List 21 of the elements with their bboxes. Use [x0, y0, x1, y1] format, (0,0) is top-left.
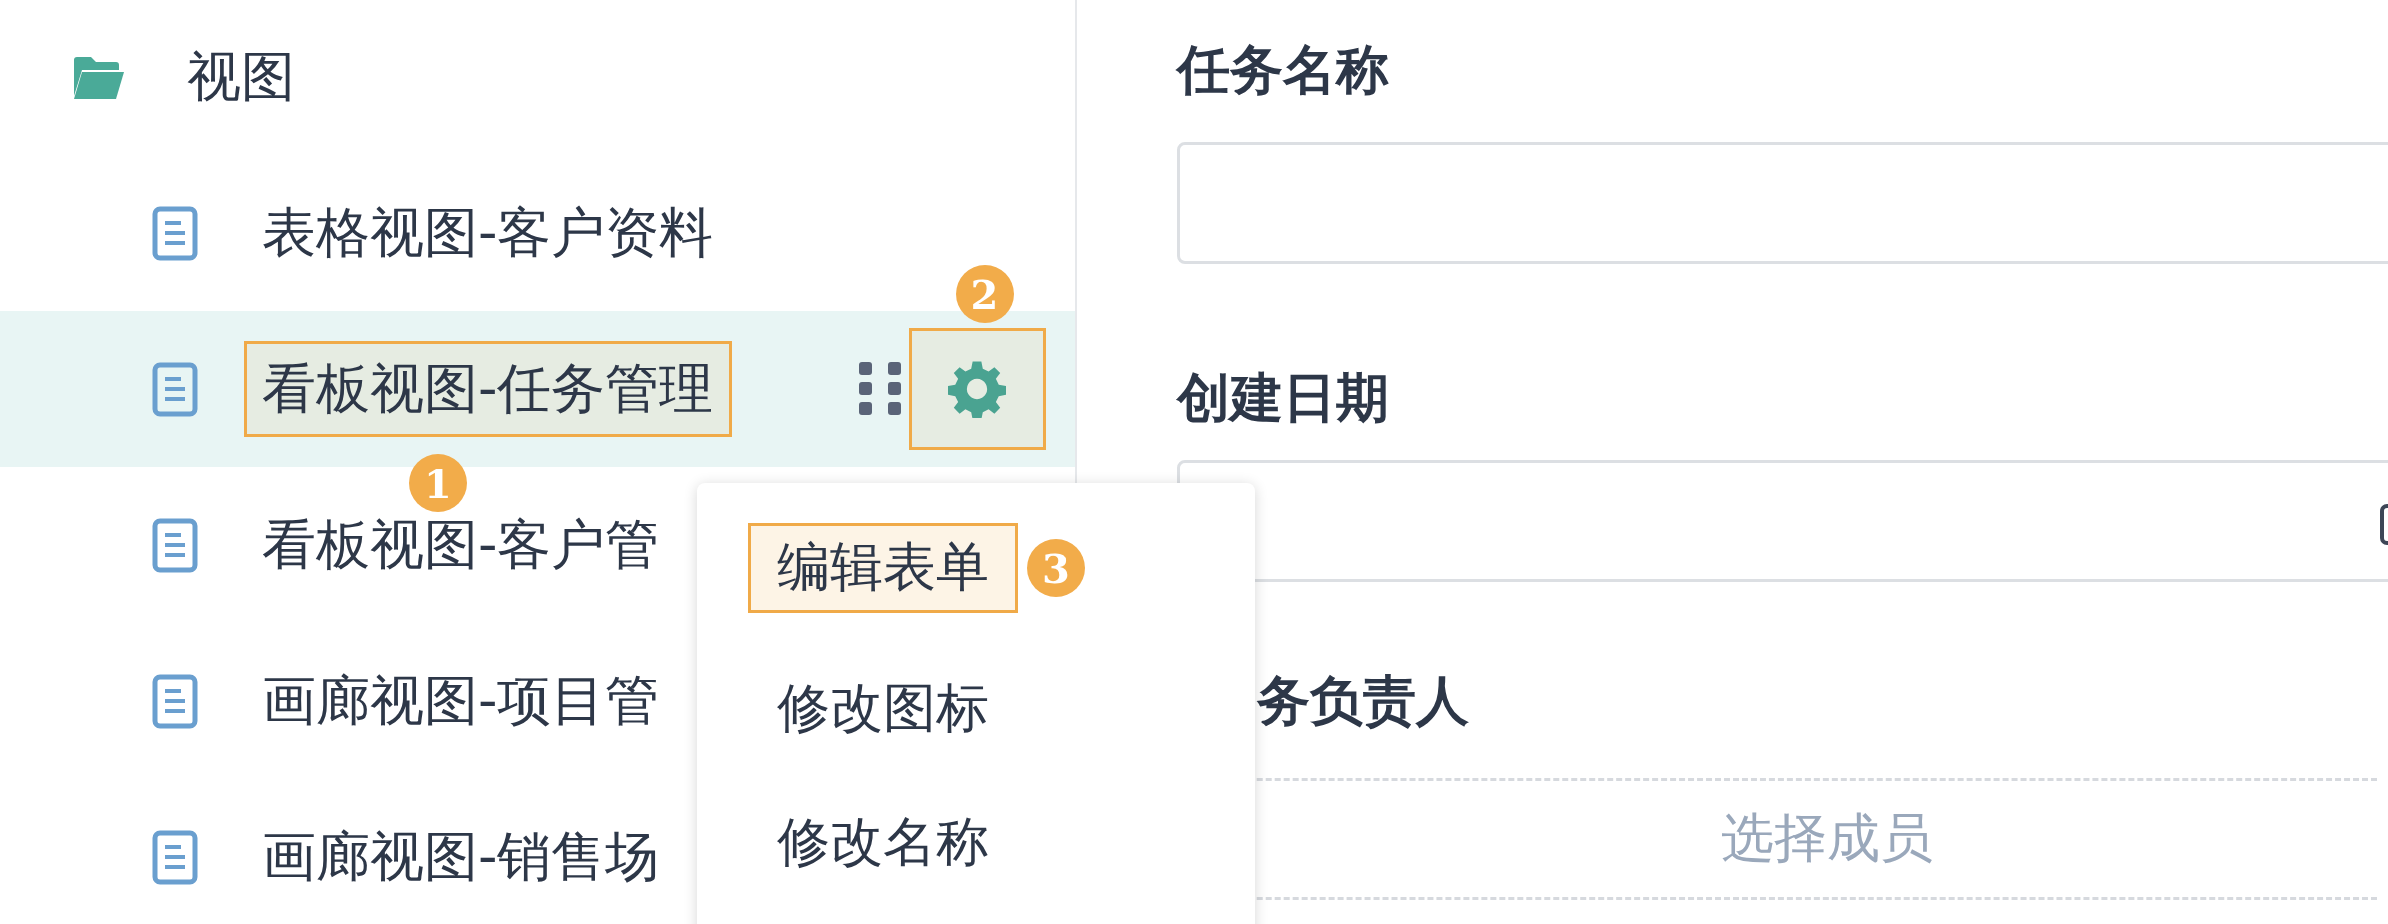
number-badge: 1	[409, 454, 467, 512]
menu-item[interactable]: 修改名称	[751, 801, 1015, 885]
settings-icon	[948, 360, 1006, 418]
field-label: 任务名称	[1177, 38, 1390, 102]
drag-handle-icon[interactable]	[858, 362, 902, 416]
view-name[interactable]: 画廊视图-项目管	[262, 664, 660, 738]
field-label: 创建日期	[1177, 366, 1390, 430]
document-icon	[152, 829, 198, 885]
document-icon	[152, 361, 198, 417]
document-icon	[152, 517, 198, 573]
document-icon	[152, 673, 198, 729]
menu-item[interactable]: 编辑表单	[751, 526, 1015, 610]
document-icon	[152, 205, 198, 261]
number-badge: 2	[955, 265, 1014, 323]
menu-item[interactable]: 修改图标	[751, 667, 1015, 751]
folder-label[interactable]: 视图	[187, 41, 295, 114]
number-badge: 3	[1027, 539, 1085, 597]
field-label: 务负责人	[1256, 669, 1470, 733]
date-field[interactable]	[1177, 460, 2388, 582]
view-name[interactable]: 画廊视图-销售场	[262, 820, 660, 894]
text-field[interactable]	[1177, 142, 2388, 264]
